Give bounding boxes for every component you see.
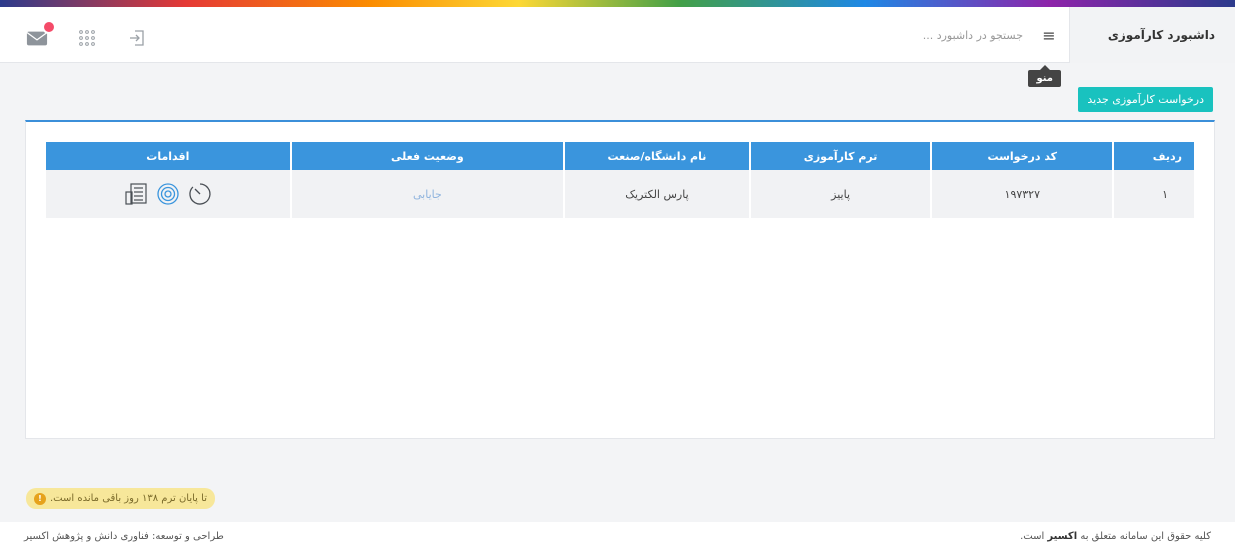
cell-status: جایابی — [291, 170, 564, 218]
column-header-index: ردیف — [1114, 142, 1194, 170]
rights-brand: اکسیر — [1047, 531, 1078, 542]
rights-suffix: است. — [1020, 531, 1045, 542]
column-header-org: نام دانشگاه/صنعت — [565, 142, 749, 170]
cell-code: ۱۹۷۳۲۷ — [932, 170, 1113, 218]
developer-credit: طراحی و توسعه: فناوری دانش و پژوهش اکسیر — [24, 531, 224, 542]
footer: کلیه حقوق این سامانه متعلق به اکسیر است.… — [0, 522, 1235, 554]
table-row: ۱ ۱۹۷۳۲۷ پاییز پارس الکتریک جایابی — [46, 170, 1194, 218]
timer-icon[interactable] — [187, 181, 213, 207]
new-internship-request-button[interactable]: درخواست کارآموزی جدید — [1078, 87, 1213, 112]
requests-table: ردیف کد درخواست ترم کارآموزی نام دانشگاه… — [44, 142, 1196, 218]
column-header-actions: اقدامات — [46, 142, 290, 170]
info-exclamation-icon: ! — [34, 492, 46, 505]
top-navbar: داشبورد کارآموزی ≡ — [0, 7, 1235, 63]
rights-prefix: کلیه حقوق این سامانه متعلق به — [1080, 531, 1211, 542]
copyright-text: کلیه حقوق این سامانه متعلق به اکسیر است. — [1020, 531, 1211, 542]
notice-text: تا پایان ترم ۱۳۸ روز باقی مانده است. — [50, 493, 207, 504]
notification-badge — [42, 20, 56, 34]
brand-title[interactable]: داشبورد کارآموزی — [1069, 7, 1235, 63]
cell-index: ۱ — [1114, 170, 1194, 218]
column-header-term: ترم کارآموزی — [750, 142, 931, 170]
table-header-row: ردیف کد درخواست ترم کارآموزی نام دانشگاه… — [46, 142, 1194, 170]
mail-icon[interactable] — [26, 20, 56, 49]
top-color-strip — [0, 0, 1235, 7]
hamburger-icon[interactable]: ≡ — [1035, 21, 1063, 49]
column-header-status: وضعیت فعلی — [291, 142, 564, 170]
column-header-code: کد درخواست — [932, 142, 1113, 170]
menu-tooltip: منو — [1028, 65, 1061, 87]
cell-org: پارس الکتریک — [565, 170, 749, 218]
term-remaining-notice: تا پایان ترم ۱۳۸ روز باقی مانده است. ! — [26, 488, 215, 509]
target-icon[interactable] — [155, 181, 181, 207]
requests-panel: ردیف کد درخواست ترم کارآموزی نام دانشگاه… — [25, 120, 1215, 439]
apps-grid-icon[interactable] — [76, 27, 98, 49]
navbar-icons — [26, 20, 148, 49]
cell-actions — [46, 170, 290, 218]
search-input[interactable] — [853, 21, 1023, 49]
document-icon[interactable] — [123, 181, 149, 207]
logout-icon[interactable] — [126, 27, 148, 49]
cell-term: پاییز — [750, 170, 931, 218]
